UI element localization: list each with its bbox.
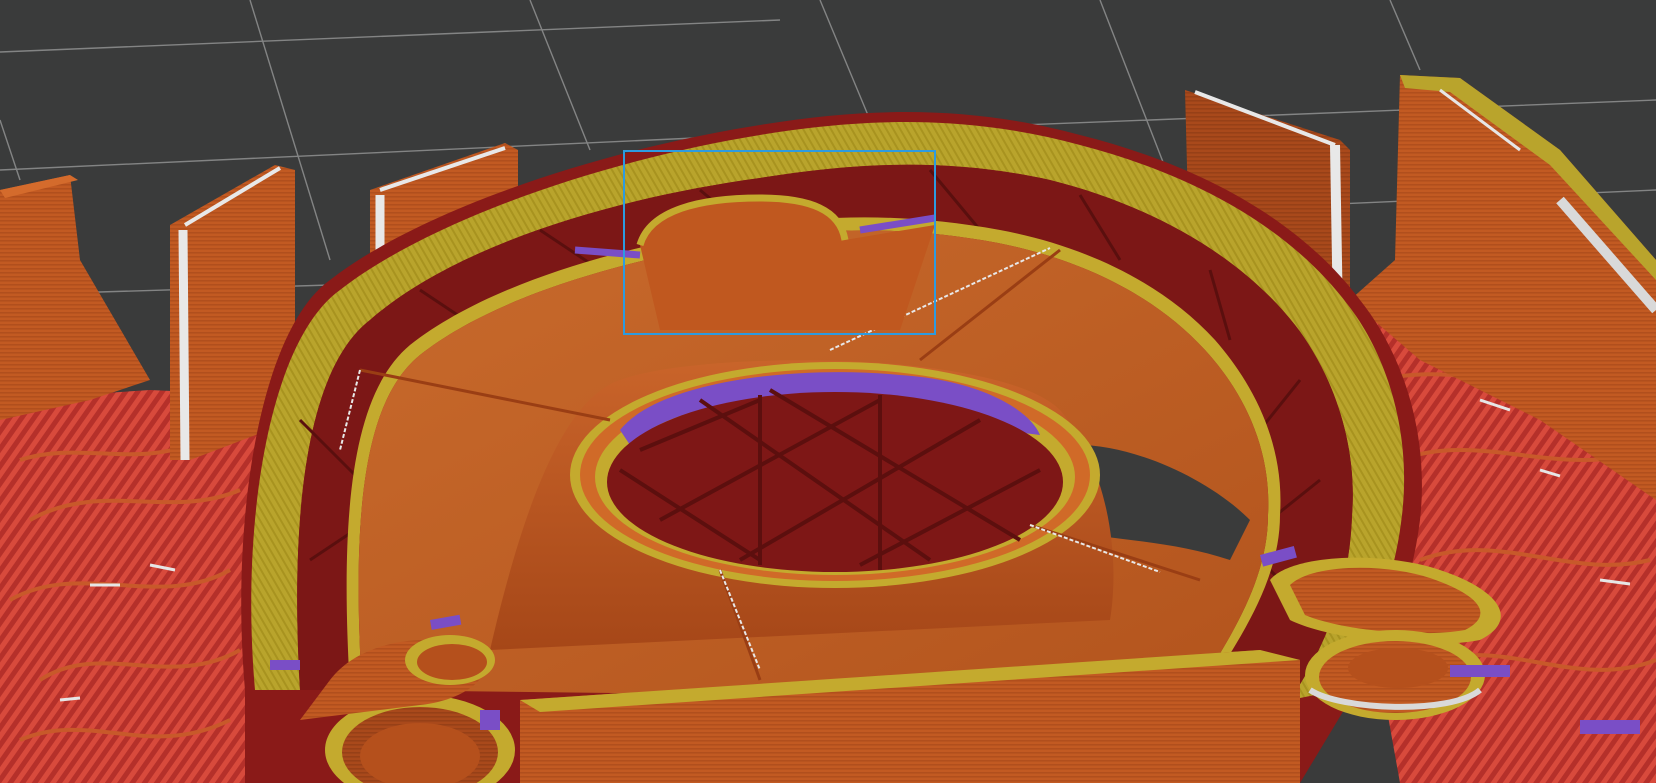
3d-preview-viewport[interactable] [0,0,1656,783]
gcode-preview-scene[interactable] [0,0,1656,783]
dish-infill [607,392,1063,572]
